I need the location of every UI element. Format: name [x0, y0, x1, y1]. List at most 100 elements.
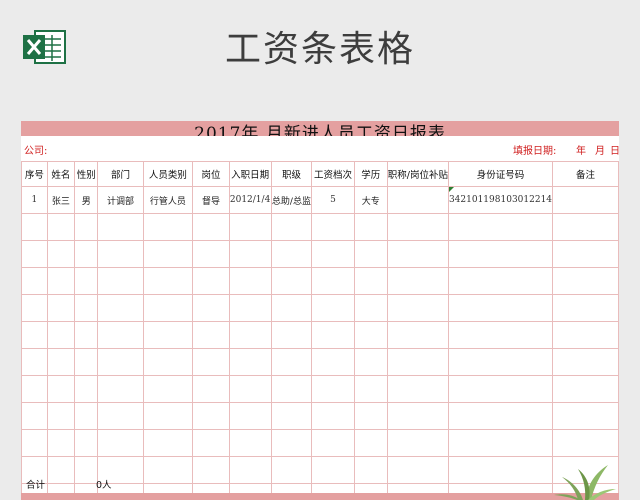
empty-cell[interactable] — [270, 267, 313, 295]
empty-cell[interactable] — [192, 456, 230, 484]
empty-cell[interactable] — [21, 294, 48, 322]
empty-cell[interactable] — [386, 321, 449, 349]
cell-category[interactable]: 行管人员 — [142, 186, 194, 214]
empty-cell[interactable] — [447, 240, 554, 268]
empty-cell[interactable] — [353, 321, 388, 349]
empty-cell[interactable] — [21, 267, 48, 295]
cell-id-number[interactable]: 342101198103012214 — [447, 186, 554, 214]
empty-cell[interactable] — [386, 456, 449, 484]
empty-cell[interactable] — [74, 456, 99, 484]
empty-cell[interactable] — [311, 240, 355, 268]
empty-cell[interactable] — [46, 240, 76, 268]
empty-cell[interactable] — [386, 348, 449, 376]
empty-cell[interactable] — [192, 267, 230, 295]
cell-pay-grade[interactable]: 5 — [311, 186, 355, 214]
cell-post[interactable]: 督导 — [192, 186, 230, 214]
empty-cell[interactable] — [353, 456, 388, 484]
empty-cell[interactable] — [97, 402, 144, 430]
empty-cell[interactable] — [552, 267, 619, 295]
empty-cell[interactable] — [270, 375, 313, 403]
empty-cell[interactable] — [270, 321, 313, 349]
empty-cell[interactable] — [270, 240, 313, 268]
cell-allowance[interactable] — [386, 186, 449, 214]
column-header[interactable]: 性别 — [74, 161, 99, 187]
empty-cell[interactable] — [311, 456, 355, 484]
empty-cell[interactable] — [447, 402, 554, 430]
empty-cell[interactable] — [142, 294, 194, 322]
empty-cell[interactable] — [552, 294, 619, 322]
cell-no[interactable]: 1 — [21, 186, 48, 214]
empty-cell[interactable] — [142, 456, 194, 484]
empty-cell[interactable] — [552, 321, 619, 349]
empty-cell[interactable] — [270, 429, 313, 457]
empty-cell[interactable] — [21, 402, 48, 430]
empty-cell[interactable] — [46, 402, 76, 430]
column-header[interactable]: 身份证号码 — [447, 161, 554, 187]
empty-cell[interactable] — [142, 240, 194, 268]
empty-cell[interactable] — [447, 267, 554, 295]
empty-cell[interactable] — [142, 375, 194, 403]
empty-cell[interactable] — [386, 429, 449, 457]
empty-cell[interactable] — [447, 294, 554, 322]
empty-cell[interactable] — [353, 348, 388, 376]
empty-cell[interactable] — [386, 402, 449, 430]
empty-cell[interactable] — [46, 213, 76, 241]
cell-name[interactable]: 张三 — [46, 186, 76, 214]
empty-cell[interactable] — [228, 456, 272, 484]
empty-cell[interactable] — [46, 321, 76, 349]
empty-cell[interactable] — [353, 402, 388, 430]
spreadsheet-sheet[interactable]: 2017年 月新进人员工资日报表 公司: 填报日期: 年 月 日 序号 姓名 性… — [21, 121, 619, 500]
total-value[interactable]: 0人 — [96, 477, 112, 491]
empty-cell[interactable] — [447, 456, 554, 484]
empty-cell[interactable] — [311, 213, 355, 241]
column-header[interactable]: 姓名 — [46, 161, 76, 187]
empty-cell[interactable] — [21, 240, 48, 268]
empty-cell[interactable] — [97, 213, 144, 241]
empty-cell[interactable] — [46, 267, 76, 295]
empty-cell[interactable] — [386, 240, 449, 268]
empty-cell[interactable] — [46, 429, 76, 457]
empty-cell[interactable] — [353, 375, 388, 403]
empty-cell[interactable] — [447, 321, 554, 349]
cell-gender[interactable]: 男 — [74, 186, 99, 214]
empty-cell[interactable] — [97, 321, 144, 349]
column-header[interactable]: 入职日期 — [228, 161, 272, 187]
empty-cell[interactable] — [270, 294, 313, 322]
empty-cell[interactable] — [311, 348, 355, 376]
empty-cell[interactable] — [228, 294, 272, 322]
empty-cell[interactable] — [74, 348, 99, 376]
column-header[interactable]: 备注 — [552, 161, 619, 187]
empty-cell[interactable] — [228, 321, 272, 349]
empty-cell[interactable] — [386, 213, 449, 241]
empty-cell[interactable] — [353, 213, 388, 241]
cell-rank[interactable]: 总助/总监 — [270, 186, 313, 214]
cell-remarks[interactable] — [552, 186, 619, 214]
empty-cell[interactable] — [447, 213, 554, 241]
column-header[interactable]: 部门 — [97, 161, 144, 187]
empty-cell[interactable] — [228, 213, 272, 241]
empty-cell[interactable] — [270, 213, 313, 241]
empty-cell[interactable] — [192, 213, 230, 241]
empty-cell[interactable] — [97, 348, 144, 376]
empty-cell[interactable] — [97, 267, 144, 295]
empty-cell[interactable] — [21, 348, 48, 376]
empty-cell[interactable] — [386, 267, 449, 295]
empty-cell[interactable] — [192, 402, 230, 430]
empty-cell[interactable] — [142, 348, 194, 376]
empty-cell[interactable] — [552, 240, 619, 268]
column-header[interactable]: 岗位 — [192, 161, 230, 187]
empty-cell[interactable] — [97, 240, 144, 268]
empty-cell[interactable] — [192, 348, 230, 376]
empty-cell[interactable] — [311, 402, 355, 430]
empty-cell[interactable] — [228, 402, 272, 430]
empty-cell[interactable] — [74, 375, 99, 403]
empty-cell[interactable] — [97, 429, 144, 457]
empty-cell[interactable] — [46, 456, 76, 484]
empty-cell[interactable] — [552, 375, 619, 403]
cell-hire-date[interactable]: 2012/1/4 — [228, 186, 272, 214]
empty-cell[interactable] — [142, 321, 194, 349]
empty-cell[interactable] — [270, 402, 313, 430]
empty-cell[interactable] — [228, 348, 272, 376]
empty-cell[interactable] — [311, 267, 355, 295]
empty-cell[interactable] — [386, 375, 449, 403]
